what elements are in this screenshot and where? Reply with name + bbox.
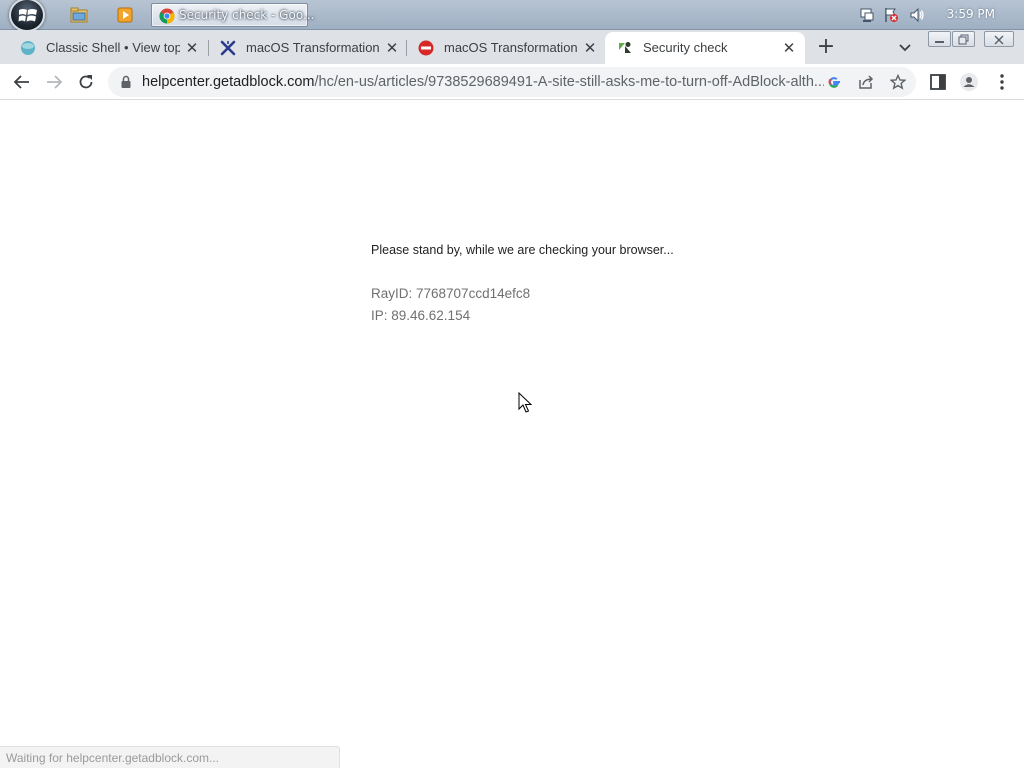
- windows-logo-icon: [18, 9, 37, 22]
- window-controls: [928, 31, 1014, 47]
- tab-title: Security check: [643, 40, 728, 55]
- address-bar[interactable]: helpcenter.getadblock.com/hc/en-us/artic…: [108, 67, 916, 97]
- status-bar: Waiting for helpcenter.getadblock.com...: [0, 746, 340, 768]
- classic-shell-icon: [21, 41, 35, 55]
- share-icon[interactable]: [858, 74, 874, 90]
- media-player-icon: [117, 7, 133, 23]
- restore-icon: [958, 34, 969, 45]
- close-tab-icon[interactable]: ✕: [184, 40, 200, 56]
- tab-title: macOS Transformation Pa: [444, 40, 578, 55]
- ip-address: IP: 89.46.62.154: [371, 308, 471, 323]
- zendesk-icon: [619, 42, 631, 53]
- ray-id: RayID: 7768707ccd14efc8: [371, 286, 531, 301]
- url-text[interactable]: helpcenter.getadblock.com/hc/en-us/artic…: [142, 74, 824, 90]
- tab-title: macOS Transformation Pa: [246, 40, 380, 55]
- reload-icon[interactable]: [76, 72, 96, 92]
- url-host: helpcenter.getadblock.com: [142, 74, 315, 90]
- google-lens-icon[interactable]: [826, 74, 842, 90]
- minimize-button[interactable]: [928, 31, 951, 47]
- folder-icon: [70, 7, 88, 23]
- page-content: Please stand by, while we are checking y…: [0, 101, 1024, 768]
- close-tab-icon[interactable]: ✕: [384, 40, 400, 56]
- close-tab-icon[interactable]: ✕: [781, 40, 797, 56]
- tab-security-check[interactable]: Security check ✕: [605, 32, 805, 64]
- close-window-button[interactable]: [984, 31, 1014, 47]
- volume-icon[interactable]: [909, 7, 925, 23]
- red-badge-icon: [418, 40, 434, 56]
- windows-taskbar: Security check - Goo... 3:59 PM: [0, 0, 1024, 32]
- close-tab-icon[interactable]: ✕: [582, 40, 598, 56]
- lock-icon[interactable]: [120, 75, 132, 89]
- action-center-flag-icon[interactable]: [883, 7, 899, 23]
- taskbar-clock[interactable]: 3:59 PM: [947, 7, 995, 21]
- close-icon: [994, 35, 1004, 45]
- system-tray: 3:59 PM: [859, 0, 1024, 30]
- new-tab-button[interactable]: +: [816, 36, 836, 58]
- taskbar-media-player[interactable]: [112, 3, 138, 27]
- side-panel-icon[interactable]: [928, 72, 948, 92]
- back-arrow-icon[interactable]: [12, 72, 32, 92]
- taskbar-chrome-window[interactable]: Security check - Goo...: [151, 3, 314, 27]
- mouse-cursor-icon: [518, 392, 532, 413]
- tab-macos-transformation-2[interactable]: macOS Transformation Pa ✕: [406, 32, 604, 64]
- minimize-icon: [935, 41, 944, 43]
- tab-macos-transformation-1[interactable]: macOS Transformation Pa ✕: [208, 32, 406, 64]
- chrome-icon: [159, 8, 175, 24]
- menu-kebab-icon[interactable]: [992, 72, 1012, 92]
- standby-message: Please stand by, while we are checking y…: [371, 243, 674, 257]
- cross-logo-icon: [220, 40, 236, 56]
- tab-classic-shell[interactable]: Classic Shell • View topic ✕: [8, 32, 206, 64]
- taskbar-window-title: Security check - Goo...: [179, 8, 315, 22]
- profile-avatar-icon[interactable]: [959, 72, 979, 92]
- start-button[interactable]: [9, 0, 45, 32]
- bookmark-star-icon[interactable]: [890, 74, 906, 90]
- taskbar-file-explorer[interactable]: [66, 3, 92, 27]
- tab-title: Classic Shell • View topic: [46, 40, 180, 55]
- url-path: /hc/en-us/articles/9738529689491-A-site-…: [314, 74, 825, 90]
- forward-arrow-icon[interactable]: [44, 72, 64, 92]
- tab-search-chevron-icon[interactable]: [896, 38, 914, 56]
- restore-button[interactable]: [952, 31, 975, 47]
- browser-toolbar: helpcenter.getadblock.com/hc/en-us/artic…: [0, 64, 1024, 100]
- network-icon[interactable]: [859, 7, 875, 23]
